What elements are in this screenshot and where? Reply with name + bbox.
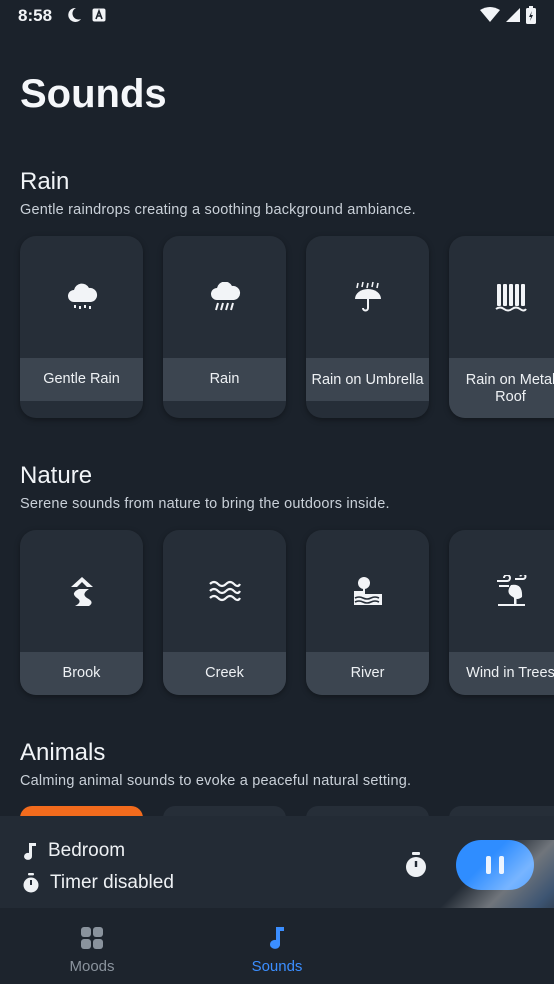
sound-card-label: Gentle Rain: [20, 358, 143, 401]
stopwatch-icon: [23, 873, 39, 893]
do-not-disturb-moon-icon: [68, 7, 81, 22]
bottom-navigation: Moods Sounds: [0, 908, 554, 984]
status-time: 8:58: [18, 6, 53, 25]
status-bar: 8:58: [0, 0, 554, 30]
wind-tree-icon: [496, 575, 526, 606]
notification-a-icon: [92, 8, 106, 22]
pause-button[interactable]: [456, 840, 534, 890]
sound-card-label: Rain: [163, 358, 286, 401]
sound-card-label: Brook: [20, 652, 143, 695]
sound-card-river[interactable]: River: [306, 530, 429, 695]
now-playing-bar[interactable]: Bedroom Timer disabled: [0, 816, 554, 908]
sound-card-wind-in-trees[interactable]: Wind in Trees: [449, 530, 554, 695]
sound-card-label: Creek: [163, 652, 286, 695]
room-name: Bedroom: [48, 840, 126, 861]
timer-status: Timer disabled: [50, 872, 174, 893]
pause-icon: [486, 856, 491, 874]
sound-card-brook[interactable]: Brook: [20, 530, 143, 695]
music-note-icon: [24, 843, 36, 860]
section-title: Rain: [20, 168, 70, 195]
section-description: Calming animal sounds to evoke a peacefu…: [20, 773, 412, 789]
cell-signal-icon: [506, 8, 520, 22]
nav-moods-label: Moods: [69, 958, 115, 975]
section-title: Animals: [20, 739, 106, 766]
metal-roof-icon: [494, 284, 527, 312]
sound-card-rain[interactable]: Rain: [163, 236, 286, 418]
nav-sounds-label: Sounds: [251, 958, 303, 975]
sound-card-creek[interactable]: Creek: [163, 530, 286, 695]
sound-card-label: Rain on Metal Roof: [449, 358, 554, 418]
cloud-showers-icon: [210, 282, 240, 311]
battery-charging-icon: [526, 6, 536, 24]
cloud-rain-icon: [67, 283, 97, 309]
water-waves-icon: [208, 580, 241, 602]
page-title: Sounds: [20, 72, 167, 116]
sound-card-label: Wind in Trees: [449, 652, 554, 695]
sound-card-gentle-rain[interactable]: Gentle Rain: [20, 236, 143, 418]
nature-cards: Brook Creek River Wind in Trees: [20, 530, 554, 695]
timer-button-icon[interactable]: [404, 852, 428, 878]
brook-icon: [70, 577, 93, 606]
wifi-icon: [480, 7, 500, 22]
section-description: Serene sounds from nature to bring the o…: [20, 496, 390, 512]
music-note-icon: [270, 927, 284, 949]
river-icon: [353, 577, 382, 605]
sound-card-label: River: [306, 652, 429, 695]
sound-card-rain-on-umbrella[interactable]: Rain on Umbrella: [306, 236, 429, 418]
section-title: Nature: [20, 462, 93, 489]
nav-moods[interactable]: Moods: [42, 926, 142, 975]
umbrella-rain-icon: [354, 281, 381, 312]
nav-sounds[interactable]: Sounds: [227, 926, 327, 975]
sound-card-label: Rain on Umbrella: [306, 358, 429, 401]
rain-cards: Gentle Rain Rain Rain on Umbrella Rain o…: [20, 236, 554, 418]
sound-card-rain-on-metal-roof[interactable]: Rain on Metal Roof: [449, 236, 554, 418]
section-description: Gentle raindrops creating a soothing bac…: [20, 202, 416, 218]
grid-icon: [81, 927, 103, 949]
